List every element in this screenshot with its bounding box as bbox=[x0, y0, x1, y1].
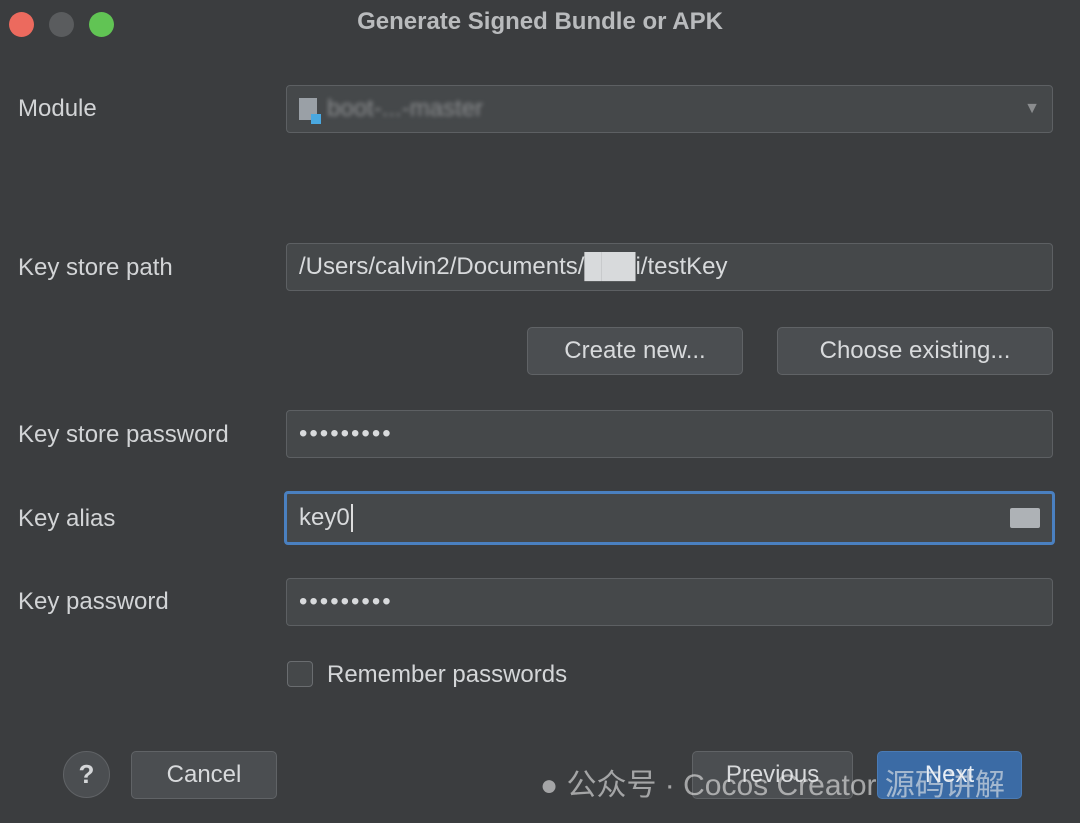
keystore-password-input[interactable]: ••••••••• bbox=[286, 410, 1053, 458]
module-dropdown[interactable]: boot-...-master ▼ bbox=[286, 85, 1053, 133]
help-button[interactable]: ? bbox=[63, 751, 110, 798]
module-value: boot-...-master bbox=[327, 95, 484, 122]
wechat-icon: ● bbox=[540, 769, 559, 802]
key-alias-value: key0 bbox=[299, 504, 353, 532]
window-title: Generate Signed Bundle or APK bbox=[357, 8, 723, 35]
module-label: Module bbox=[18, 95, 97, 122]
create-new-button[interactable]: Create new... bbox=[527, 327, 743, 375]
keystore-path-input[interactable]: /Users/calvin2/Documents/███i/testKey bbox=[286, 243, 1053, 291]
folder-icon[interactable] bbox=[1010, 508, 1040, 528]
module-icon bbox=[299, 98, 321, 124]
choose-existing-button[interactable]: Choose existing... bbox=[777, 327, 1053, 375]
key-password-input[interactable]: ••••••••• bbox=[286, 578, 1053, 626]
keystore-path-label: Key store path bbox=[18, 254, 173, 281]
remember-passwords-label[interactable]: Remember passwords bbox=[327, 661, 567, 689]
chevron-down-icon: ▼ bbox=[1024, 100, 1040, 117]
watermark: ● 公众号 · Cocos Creator 源码讲解 bbox=[540, 769, 1005, 802]
remember-passwords-checkbox[interactable] bbox=[287, 661, 313, 687]
key-alias-input[interactable]: key0 bbox=[284, 491, 1055, 545]
keystore-password-label: Key store password bbox=[18, 421, 229, 448]
cancel-button[interactable]: Cancel bbox=[131, 751, 277, 799]
key-password-label: Key password bbox=[18, 588, 169, 615]
key-alias-label: Key alias bbox=[18, 505, 116, 532]
